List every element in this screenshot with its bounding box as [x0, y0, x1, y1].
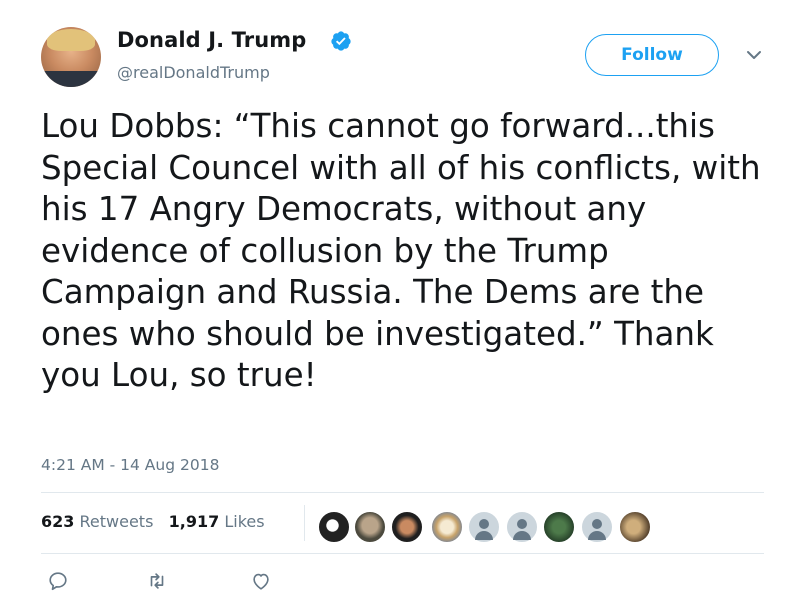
retweets-label: Retweets — [79, 512, 154, 531]
likes-count: 1,917 — [168, 512, 220, 531]
avatar-hair — [47, 29, 95, 51]
liker-avatar[interactable] — [618, 510, 652, 544]
tweet-text: Lou Dobbs: “This cannot go forward...thi… — [41, 107, 771, 394]
tweet-timestamp[interactable]: 4:21 AM - 14 Aug 2018 — [41, 456, 219, 474]
stats-separator — [304, 505, 305, 541]
follow-button[interactable]: Follow — [585, 34, 719, 76]
author-display-name[interactable]: Donald J. Trump — [117, 28, 306, 52]
liker-avatar[interactable] — [353, 510, 387, 544]
liker-avatar-default[interactable] — [505, 510, 539, 544]
author-handle[interactable]: @realDonaldTrump — [117, 63, 270, 82]
engagement-stats: 623 Retweets 1,917 Likes — [41, 512, 265, 531]
divider-top — [41, 492, 764, 493]
retweets-stat[interactable]: 623 Retweets — [41, 512, 153, 531]
likes-label: Likes — [224, 512, 265, 531]
chevron-down-icon[interactable] — [744, 48, 764, 62]
retweet-icon[interactable] — [146, 570, 168, 592]
likes-stat[interactable]: 1,917 Likes — [169, 512, 265, 531]
divider-bottom — [41, 553, 764, 554]
avatar[interactable] — [41, 27, 101, 87]
verified-badge-icon — [331, 31, 351, 51]
liker-avatar[interactable] — [317, 510, 351, 544]
liker-avatar[interactable] — [542, 510, 576, 544]
liker-avatar-default[interactable] — [580, 510, 614, 544]
avatar-suit — [41, 71, 101, 87]
liker-avatar[interactable] — [390, 510, 424, 544]
like-icon[interactable] — [250, 570, 272, 592]
liker-avatar-default[interactable] — [467, 510, 501, 544]
reply-icon[interactable] — [47, 570, 69, 592]
liker-avatar[interactable] — [430, 510, 464, 544]
retweets-count: 623 — [41, 512, 75, 531]
